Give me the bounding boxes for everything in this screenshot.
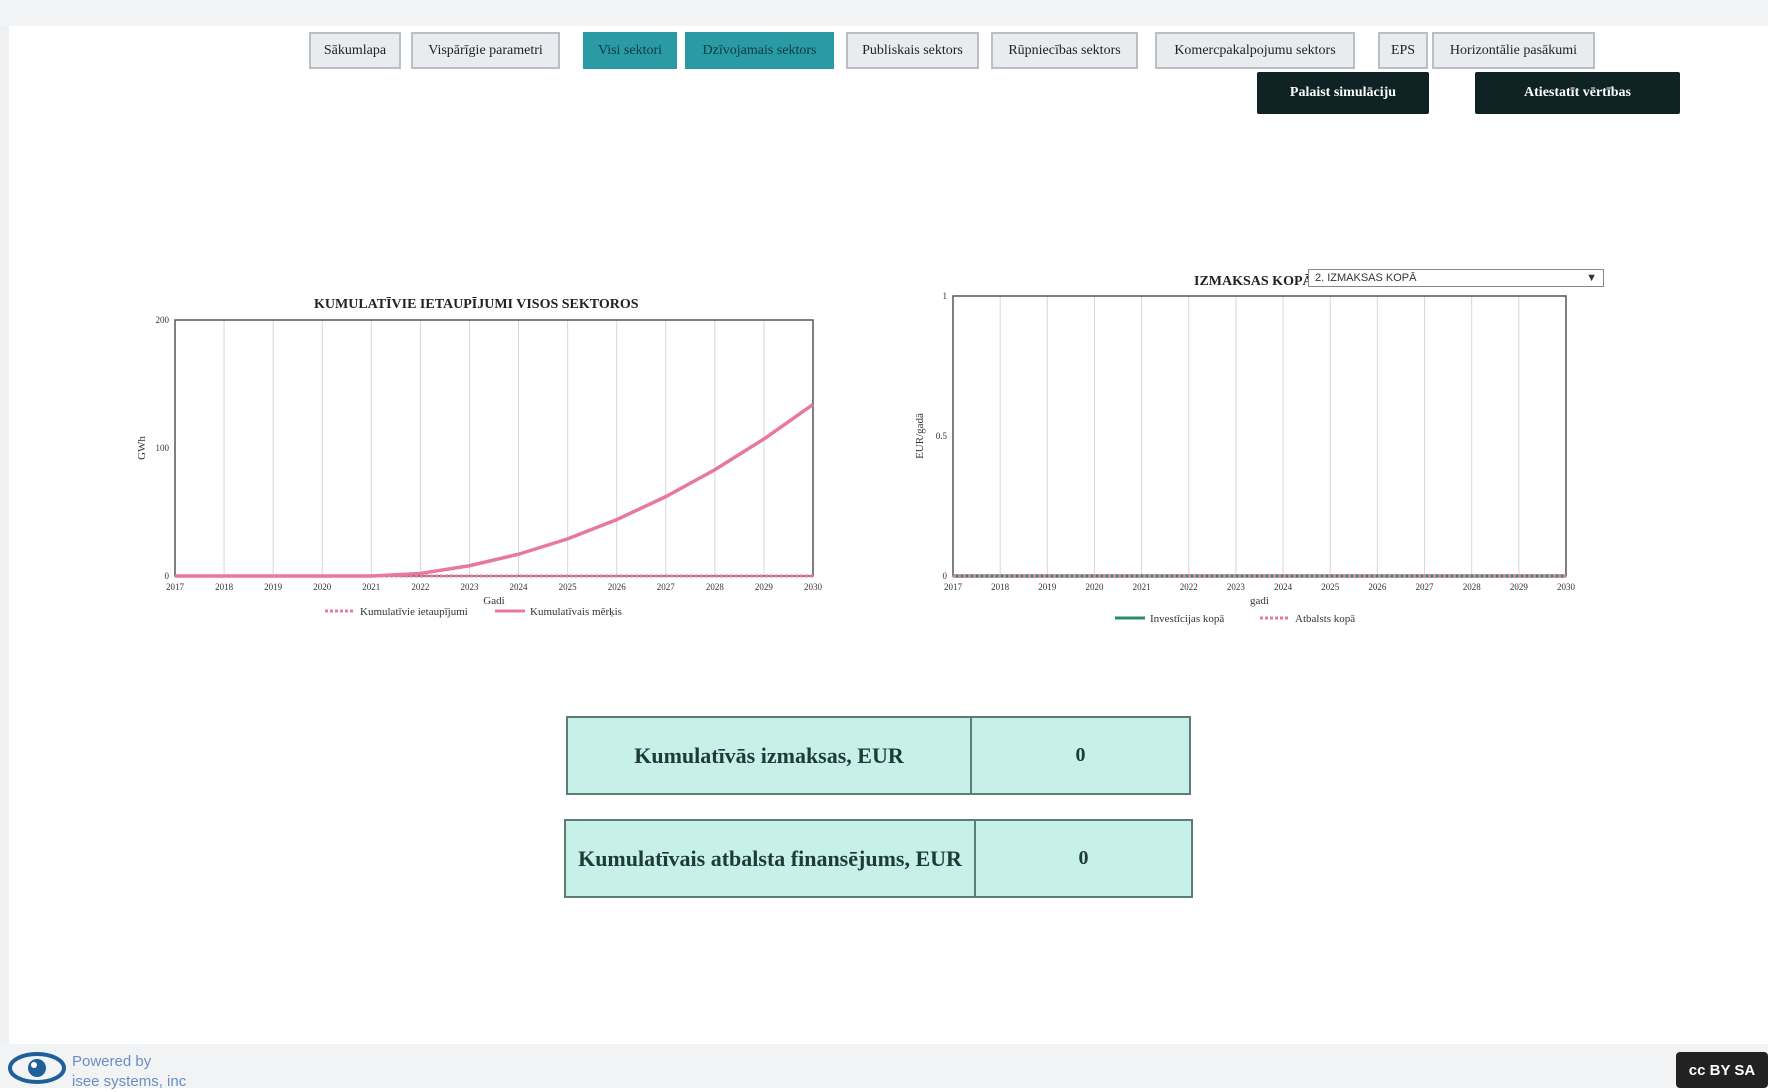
tab-general-parameters[interactable]: Vispārīgie parametri xyxy=(411,32,560,69)
tab-commercial-sector[interactable]: Komercpakalpojumu sektors xyxy=(1155,32,1355,69)
x-tick-label: 2027 xyxy=(657,582,676,592)
y-tick-label: 1 xyxy=(943,291,948,301)
y-axis-label: GWh xyxy=(136,436,148,460)
x-tick-label: 2027 xyxy=(1416,582,1435,592)
legend-label: Atbalsts kopā xyxy=(1295,613,1355,625)
x-tick-label: 2018 xyxy=(215,582,234,592)
plot-frame xyxy=(174,319,814,577)
x-tick-label: 2025 xyxy=(1321,582,1340,592)
tab-eps[interactable]: EPS xyxy=(1378,32,1428,69)
x-tick-label: 2029 xyxy=(1510,582,1529,592)
powered-by-company: isee systems, inc xyxy=(72,1073,187,1090)
x-tick-label: 2018 xyxy=(991,582,1010,592)
x-tick-label: 2019 xyxy=(264,582,283,592)
cumulative-costs-table: Kumulatīvās izmaksas, EUR 0 xyxy=(566,716,1191,795)
y-tick-label: 0 xyxy=(165,571,170,581)
cumulative-costs-label: Kumulatīvās izmaksas, EUR xyxy=(568,718,972,793)
run-simulation-button[interactable]: Palaist simulāciju xyxy=(1257,72,1429,114)
cumulative-support-table: Kumulatīvais atbalsta finansējums, EUR 0 xyxy=(564,819,1193,898)
x-tick-label: 2023 xyxy=(460,582,479,592)
creative-commons-badge[interactable]: cc BY SA xyxy=(1676,1052,1768,1088)
x-tick-label: 2028 xyxy=(706,582,725,592)
cost-view-dropdown-value: 2. IZMAKSAS KOPĀ xyxy=(1315,272,1417,284)
x-tick-label: 2030 xyxy=(1557,582,1576,592)
x-tick-label: 2030 xyxy=(804,582,823,592)
chevron-down-icon: ▼ xyxy=(1586,272,1597,284)
x-tick-label: 2021 xyxy=(362,582,380,592)
x-tick-label: 2029 xyxy=(755,582,774,592)
x-tick-label: 2026 xyxy=(1368,582,1387,592)
x-tick-label: 2021 xyxy=(1133,582,1151,592)
y-tick-label: 0 xyxy=(943,571,948,581)
x-tick-label: 2020 xyxy=(313,582,332,592)
x-axis-label: Gadi xyxy=(483,595,504,607)
x-tick-label: 2028 xyxy=(1463,582,1482,592)
x-tick-label: 2019 xyxy=(1038,582,1057,592)
legend-label: Kumulatīvais mērķis xyxy=(530,606,622,618)
cumulative-costs-value: 0 xyxy=(1075,744,1086,766)
plot-frame xyxy=(952,295,1567,577)
right-chart-title: IZMAKSAS KOPĀ xyxy=(1194,274,1313,289)
y-axis-label: EUR/gadā xyxy=(914,413,926,459)
tab-public-sector[interactable]: Publiskais sektors xyxy=(846,32,979,69)
left-chart: 2017 2018 2019 2020 2021 2022 2023 2024 2025 2026… xyxy=(136,315,823,618)
x-tick-label: 2017 xyxy=(166,582,185,592)
x-tick-label: 2024 xyxy=(510,582,529,592)
cumulative-support-label: Kumulatīvais atbalsta finansējums, EUR xyxy=(566,821,976,896)
y-tick-label: 100 xyxy=(156,443,170,453)
y-tick-label: 200 xyxy=(156,315,170,325)
top-strip xyxy=(0,0,1768,26)
x-tick-label: 2020 xyxy=(1085,582,1104,592)
cost-view-dropdown[interactable]: 2. IZMAKSAS KOPĀ ▼ xyxy=(1308,269,1604,287)
eye-icon xyxy=(8,1052,66,1084)
powered-by-line: Powered by xyxy=(72,1053,152,1070)
series-line xyxy=(175,403,815,578)
right-chart: 2017 2018 2019 2020 2021 2022 2023 2024 2025 2026… xyxy=(914,291,1576,625)
left-edge xyxy=(0,26,9,1044)
y-tick-label: 0.5 xyxy=(936,431,948,441)
x-tick-label: 2024 xyxy=(1274,582,1293,592)
x-tick-label: 2022 xyxy=(411,582,429,592)
x-tick-label: 2023 xyxy=(1227,582,1246,592)
x-tick-label: 2017 xyxy=(944,582,963,592)
legend-label: Kumulatīvie ietaupījumi xyxy=(360,606,468,618)
tab-horizontal-measures[interactable]: Horizontālie pasākumi xyxy=(1432,32,1595,69)
x-tick-label: 2026 xyxy=(608,582,627,592)
x-tick-label: 2025 xyxy=(559,582,578,592)
powered-by-text[interactable]: Powered by isee systems, inc xyxy=(72,1052,186,1092)
tab-residential-sector[interactable]: Dzīvojamais sektors xyxy=(685,32,834,69)
x-axis-label: gadi xyxy=(1250,595,1269,607)
tab-home[interactable]: Sākumlapa xyxy=(309,32,401,69)
reset-values-button[interactable]: Atiestatīt vērtības xyxy=(1475,72,1680,114)
tab-industry-sector[interactable]: Rūpniecības sektors xyxy=(991,32,1138,69)
tab-all-sectors[interactable]: Visi sektori xyxy=(583,32,677,69)
footer xyxy=(0,1044,1768,1088)
legend-label: Investīcijas kopā xyxy=(1150,613,1224,625)
cumulative-support-value: 0 xyxy=(1078,847,1089,869)
x-tick-label: 2022 xyxy=(1180,582,1198,592)
